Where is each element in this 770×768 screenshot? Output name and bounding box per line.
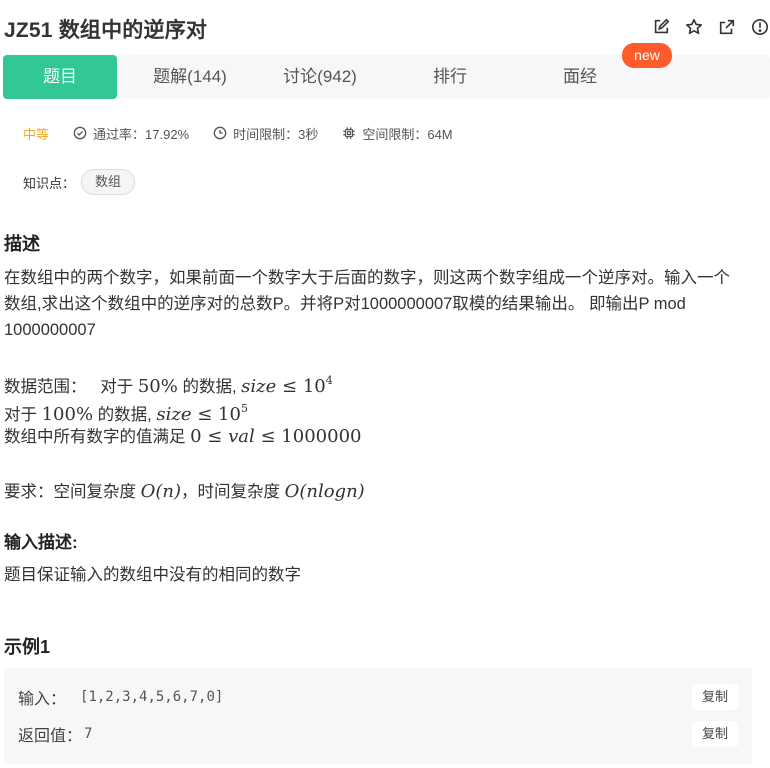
example-output-row: 返回值： 7 (18, 722, 92, 746)
example-output-label: 返回值： (18, 728, 83, 745)
header-actions (638, 16, 770, 38)
share-icon[interactable] (717, 16, 737, 38)
tab-interview[interactable]: 面经 (520, 55, 640, 99)
pass-rate: 通过率：17.92% (73, 124, 189, 143)
input-description-text: 题目保证输入的数组中没有的相同的数字 (4, 566, 301, 584)
problem-title: JZ51 数组中的逆序对 (4, 19, 208, 42)
problem-meta: 中等 通过率：17.92% 时间限制：3秒 空间限制：64M (23, 121, 477, 145)
example-input-row: 输入： [1,2,3,4,5,6,7,0] (18, 685, 223, 709)
report-icon[interactable] (750, 16, 770, 38)
copy-input-button[interactable]: 复制 (692, 684, 738, 710)
example-heading: 示例1 (4, 637, 51, 657)
new-badge: new (622, 43, 672, 68)
copy-output-button[interactable]: 复制 (692, 721, 738, 747)
example-input-label: 输入： (18, 691, 67, 708)
knowledge-points: 知识点： 数组 (23, 168, 136, 196)
example-input-value: [1,2,3,4,5,6,7,0] (80, 689, 224, 705)
description-heading: 描述 (4, 234, 40, 254)
time-limit: 时间限制：3秒 (213, 124, 318, 143)
tab-ranking[interactable]: 排行 (390, 55, 510, 99)
edit-icon[interactable] (651, 16, 671, 38)
example-output-value: 7 (84, 726, 93, 742)
requirements: 要求：空间复杂度 O(n)，时间复杂度 O(nlogn) (4, 481, 365, 502)
time-limit-text: 时间限制：3秒 (233, 126, 319, 142)
data-range-line-3: 数组中所有数字的值满足 0 ≤ val ≤ 1000000 (4, 426, 362, 447)
knowledge-label: 知识点： (23, 175, 76, 191)
tab-solutions[interactable]: 题解(144) (130, 55, 250, 99)
knowledge-tag[interactable]: 数组 (81, 169, 136, 195)
check-circle-icon (73, 126, 87, 140)
input-description-heading: 输入描述: (4, 533, 78, 552)
space-limit-text: 空间限制：64M (362, 126, 453, 142)
chip-icon (343, 127, 356, 139)
space-limit: 空间限制：64M (342, 124, 453, 143)
star-icon[interactable] (684, 16, 704, 38)
clock-icon (213, 126, 227, 140)
pass-rate-text: 通过率：17.92% (93, 126, 190, 142)
example-box: 输入： [1,2,3,4,5,6,7,0] 复制 返回值： 7 复制 (4, 668, 752, 764)
tab-discussion[interactable]: 讨论(942) (260, 55, 380, 99)
tab-problem[interactable]: 题目 (3, 55, 117, 99)
difficulty-label: 中等 (23, 126, 50, 142)
description-text: 在数组中的两个数字，如果前面一个数字大于后面的数字，则这两个数字组成一个逆序对。… (4, 269, 730, 339)
